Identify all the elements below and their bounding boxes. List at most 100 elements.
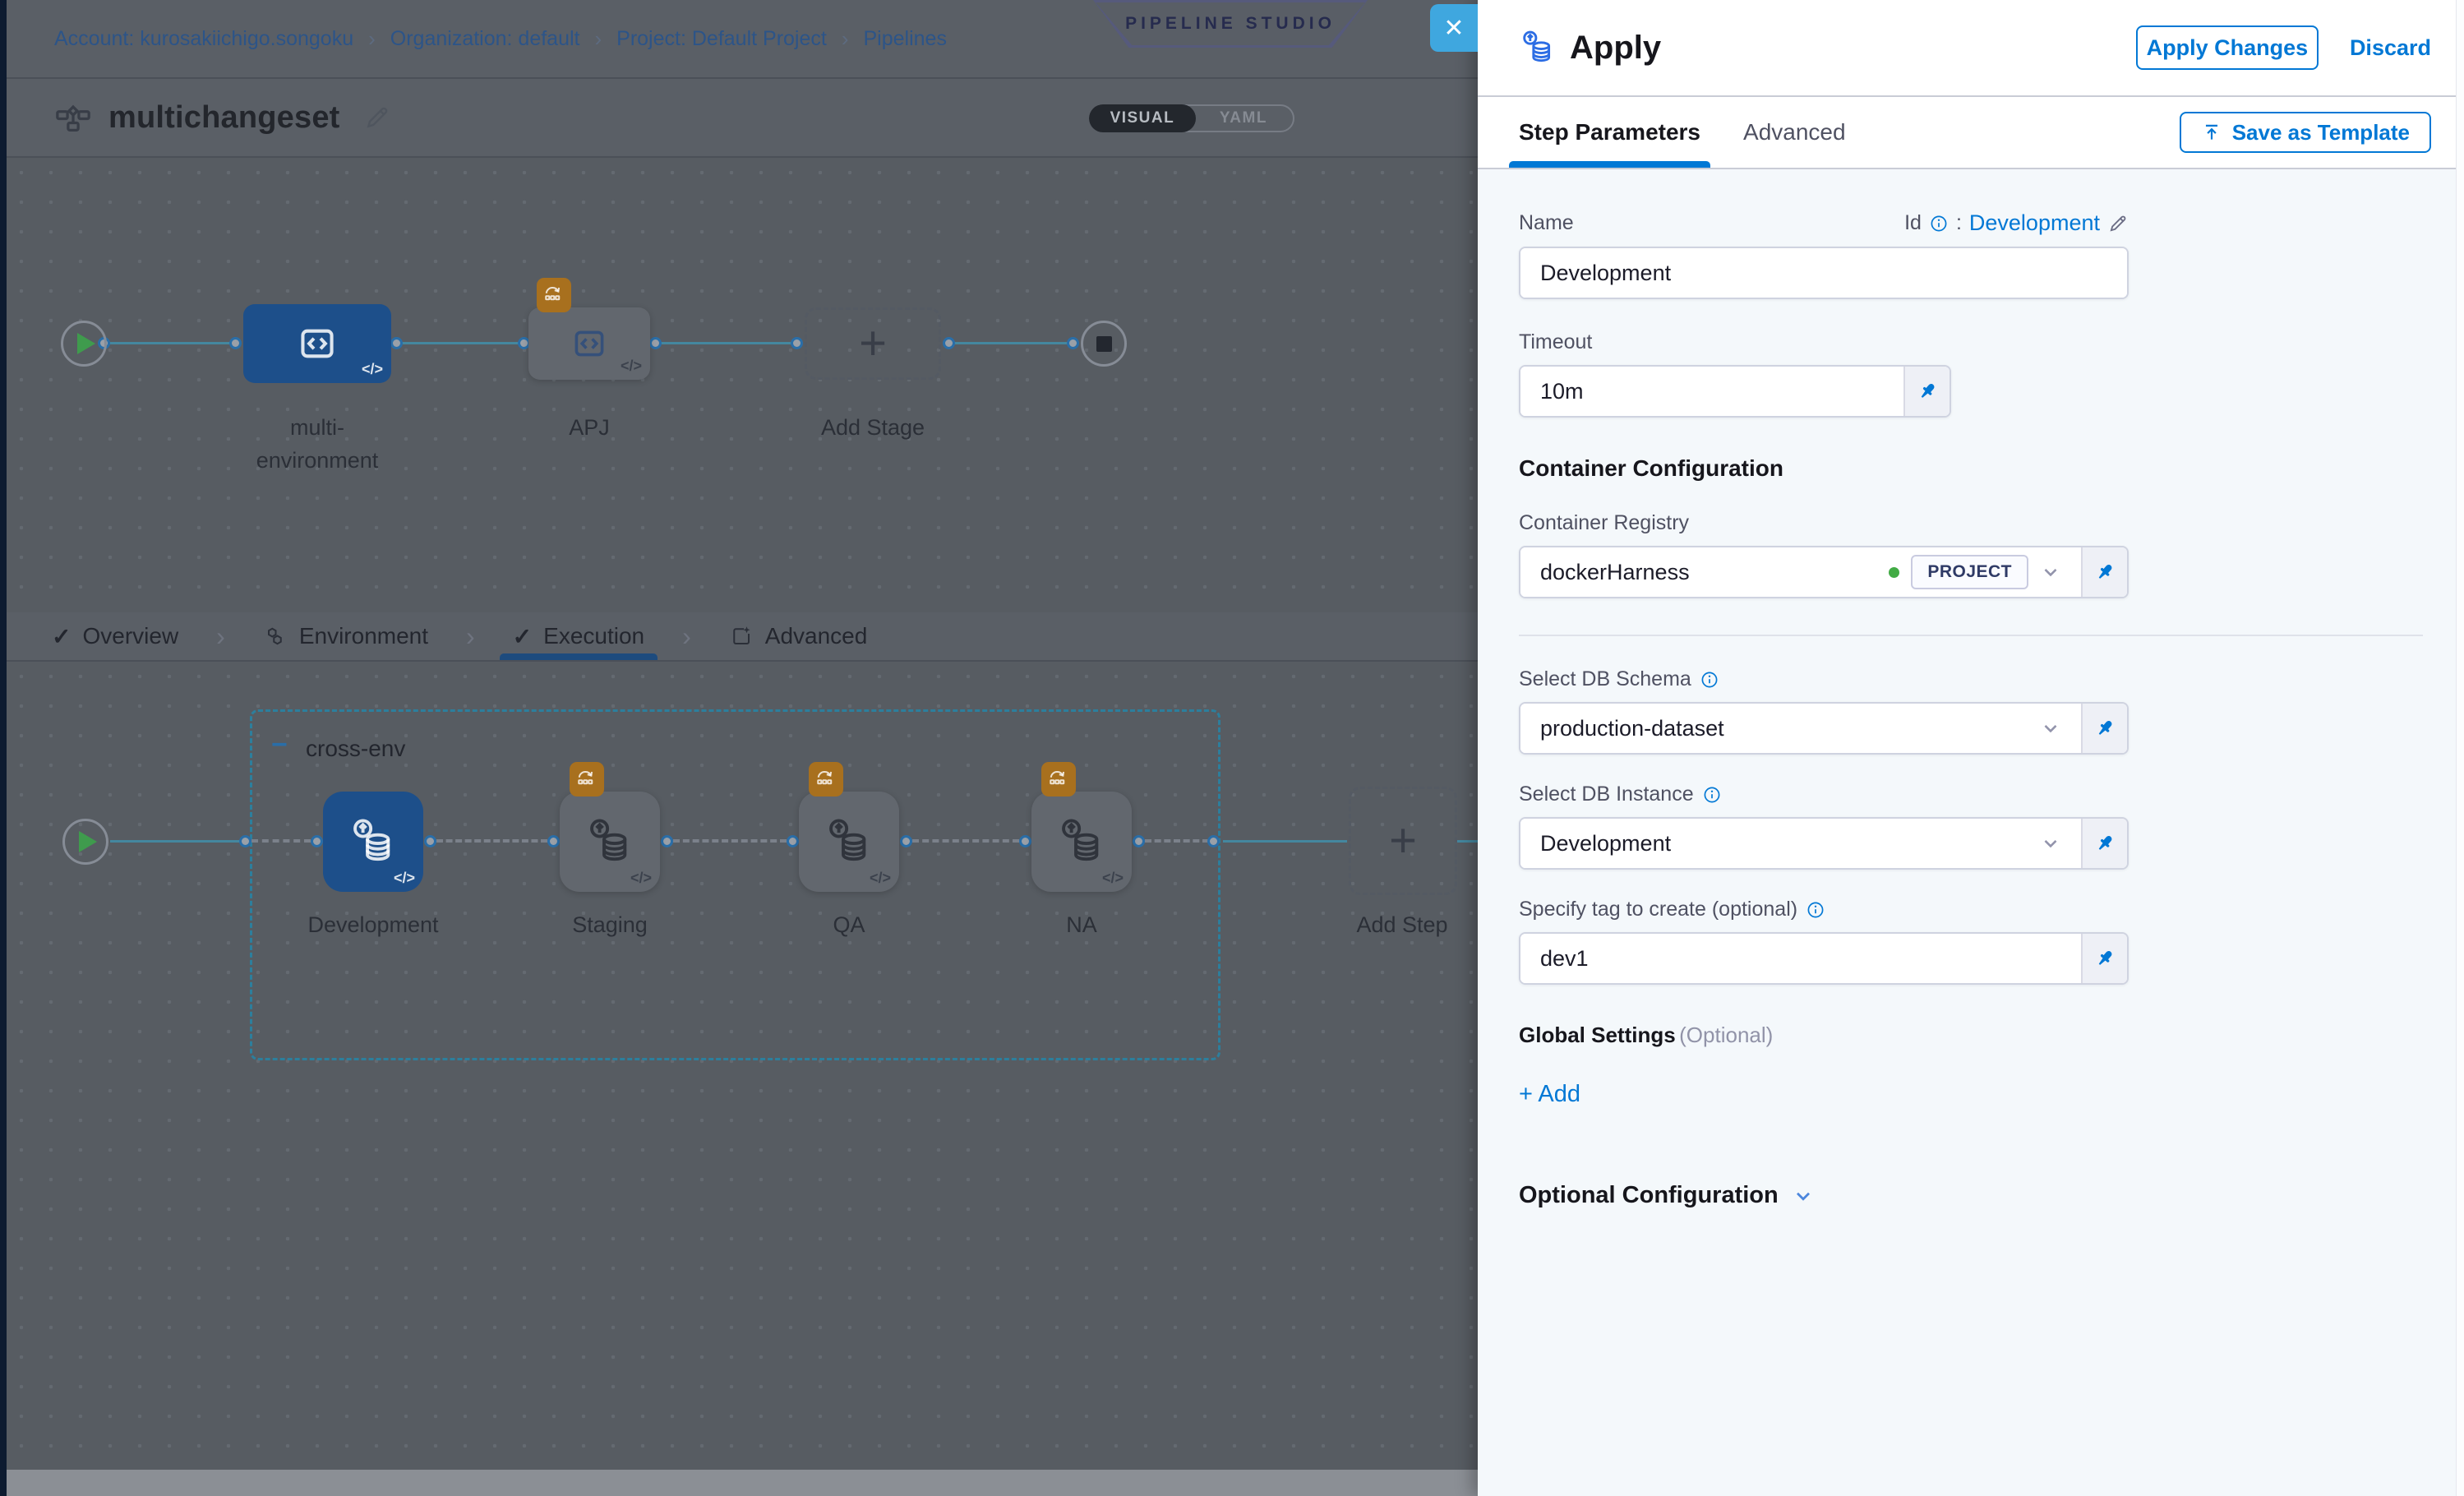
custom-stage-icon — [295, 321, 339, 366]
info-icon[interactable] — [1929, 214, 1949, 233]
tab-advanced[interactable]: Advanced — [729, 612, 868, 660]
name-input-value: Development — [1540, 261, 1671, 286]
pipeline-name: multichangeset — [108, 100, 340, 136]
tag-pin-button[interactable] — [2081, 934, 2127, 983]
apply-changes-button[interactable]: Apply Changes — [2136, 25, 2319, 70]
global-settings-optional: (Optional) — [1679, 1023, 1773, 1047]
name-input[interactable]: Development — [1519, 247, 2129, 299]
connector-status-dot — [1889, 567, 1899, 578]
check-icon: ✓ — [513, 623, 532, 650]
db-schema-pin-button[interactable] — [2081, 704, 2127, 753]
left-nav-edge — [0, 0, 7, 1496]
pipeline-studio-badge: PIPELINE STUDIO — [1093, 0, 1368, 48]
drawer-header: Apply Apply Changes Discard — [1478, 0, 2464, 97]
info-icon[interactable] — [1700, 670, 1719, 690]
visual-toggle-option[interactable]: VISUAL — [1089, 104, 1196, 132]
timeout-pin-button[interactable] — [1903, 367, 1950, 416]
step-parameters-form: Name Id : Development Development Timeou… — [1478, 169, 2464, 1496]
db-schema-value: production-dataset — [1540, 716, 1724, 741]
db-apply-icon — [584, 816, 635, 867]
pin-icon — [2093, 561, 2116, 584]
breadcrumb-account[interactable]: Account: kurosakiichigo.songoku — [54, 27, 353, 51]
discard-button[interactable]: Discard — [2350, 35, 2431, 61]
drawer-scrollbar[interactable] — [2456, 0, 2464, 1496]
chevron-down-icon[interactable] — [2040, 718, 2061, 739]
container-configuration-heading: Container Configuration — [1519, 455, 2426, 482]
rollback-badge-icon — [809, 762, 843, 796]
collapse-group-icon[interactable]: − — [271, 731, 288, 759]
tag-input[interactable]: dev1 — [1519, 932, 2129, 985]
optional-configuration-toggle[interactable]: Optional Configuration — [1519, 1182, 2426, 1209]
step-node-staging[interactable]: </> — [560, 792, 660, 892]
rollback-badge-icon — [537, 278, 571, 312]
db-schema-select[interactable]: production-dataset — [1519, 702, 2129, 755]
execution-start-node[interactable] — [62, 819, 108, 865]
close-drawer-button[interactable]: ✕ — [1430, 4, 1478, 52]
code-icon: </> — [630, 870, 652, 887]
timeout-input[interactable]: 10m — [1519, 365, 1951, 418]
tab-execution-label: Execution — [543, 623, 644, 649]
stage-label: APJ — [528, 411, 651, 444]
pipeline-start-node[interactable] — [61, 321, 107, 367]
breadcrumb-organization[interactable]: Organization: default — [390, 27, 580, 51]
step-title: Apply — [1570, 30, 1661, 67]
step-label: Staging — [528, 908, 692, 941]
code-icon: </> — [394, 870, 415, 887]
tab-step-parameters-label: Step Parameters — [1519, 119, 1700, 145]
pin-icon — [2093, 717, 2116, 740]
save-as-template-button[interactable]: Save as Template — [2180, 112, 2431, 153]
chevron-down-icon — [1792, 1184, 1815, 1207]
tab-execution[interactable]: ✓ Execution — [513, 612, 644, 660]
db-instance-select[interactable]: Development — [1519, 817, 2129, 870]
tab-advanced-drawer[interactable]: Advanced — [1743, 97, 1846, 168]
info-icon[interactable] — [1806, 900, 1825, 920]
upload-icon — [2201, 122, 2222, 143]
optional-configuration-label: Optional Configuration — [1519, 1182, 1779, 1209]
drawer-tabs: Step Parameters Advanced Save as Templat… — [1478, 97, 2464, 169]
add-step-button[interactable]: + — [1349, 787, 1457, 895]
db-instance-pin-button[interactable] — [2081, 819, 2127, 868]
add-stage-label: Add Stage — [801, 411, 945, 444]
tab-environment[interactable]: Environment — [263, 612, 428, 660]
edit-pipeline-icon[interactable] — [363, 104, 391, 132]
id-value: Development — [1969, 210, 2100, 236]
tab-environment-label: Environment — [299, 623, 428, 649]
tab-overview-label: Overview — [82, 623, 178, 649]
section-divider — [1519, 635, 2423, 636]
registry-pin-button[interactable] — [2081, 547, 2127, 597]
add-stage-button[interactable]: + — [805, 307, 941, 380]
save-as-template-label: Save as Template — [2232, 120, 2410, 145]
step-node-qa[interactable]: </> — [799, 792, 899, 892]
stage-node-apj[interactable]: </> — [528, 307, 650, 380]
stage-node-multi-environment[interactable]: </> — [243, 304, 391, 383]
step-label: Development — [291, 908, 455, 941]
pipeline-studio-pane: Account: kurosakiichigo.songoku › Organi… — [0, 0, 1478, 1496]
info-icon[interactable] — [1702, 785, 1722, 805]
global-settings-heading: Global Settings — [1519, 1023, 1676, 1047]
add-global-setting-link[interactable]: + Add — [1519, 1081, 2426, 1108]
chevron-down-icon[interactable] — [2040, 561, 2061, 583]
breadcrumb-project[interactable]: Project: Default Project — [616, 27, 827, 51]
tab-step-parameters[interactable]: Step Parameters — [1519, 97, 1700, 168]
step-node-na[interactable]: </> — [1031, 792, 1132, 892]
plus-icon: + — [859, 320, 887, 367]
apply-changes-label: Apply Changes — [2147, 35, 2309, 61]
yaml-toggle-option[interactable]: YAML — [1194, 106, 1293, 131]
visual-yaml-toggle[interactable]: VISUAL YAML — [1089, 104, 1294, 132]
canvas-scrollbar-track[interactable] — [7, 1470, 1478, 1496]
breadcrumb-pipelines[interactable]: Pipelines — [864, 27, 947, 51]
environment-icon — [263, 624, 288, 649]
step-node-development[interactable]: </> — [323, 792, 423, 892]
id-label: Id — [1904, 211, 1922, 235]
edit-id-icon[interactable] — [2107, 213, 2129, 234]
db-schema-label-text: Select DB Schema — [1519, 667, 1691, 691]
chevron-down-icon[interactable] — [2040, 833, 2061, 854]
db-schema-label: Select DB Schema — [1519, 667, 2426, 691]
tag-input-value: dev1 — [1540, 946, 1589, 972]
stage-canvas: </> multi-environment </> APJ + Add Stag… — [7, 158, 1478, 612]
tab-overview[interactable]: ✓ Overview — [52, 612, 178, 660]
container-registry-select[interactable]: dockerHarness PROJECT — [1519, 546, 2129, 598]
close-icon: ✕ — [1443, 14, 1464, 43]
tab-separator-icon: › — [216, 612, 225, 660]
db-instance-label-text: Select DB Instance — [1519, 783, 1694, 806]
